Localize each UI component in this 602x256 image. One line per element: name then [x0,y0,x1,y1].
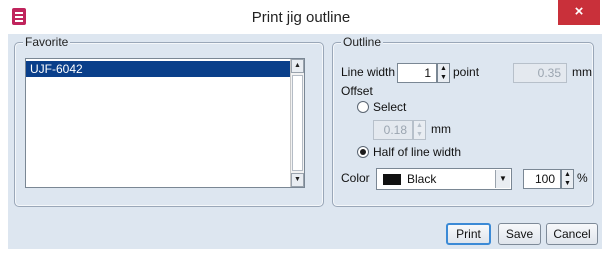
line-width-label: Line width [341,65,396,79]
color-swatch [383,174,401,185]
window-title: Print jig outline [251,9,351,26]
offset-select-radio[interactable] [357,101,369,113]
color-percent-input[interactable]: 100 [523,169,561,189]
offset-select-input: 0.18 [373,120,413,140]
spin-down-icon[interactable]: ▼ [438,73,449,82]
scroll-down-arrow-icon[interactable]: ▼ [291,173,304,187]
window-bottom-edge [8,249,602,256]
line-width-unit: point [453,65,480,79]
chevron-down-icon[interactable]: ▼ [495,170,510,188]
offset-select-label[interactable]: Select [373,100,406,114]
offset-half-label[interactable]: Half of line width [373,145,461,159]
cancel-button[interactable]: Cancel [546,223,598,245]
offset-half-radio[interactable] [357,146,369,158]
line-width-mm-field: 0.35 [513,63,567,83]
outline-group-title: Outline [341,35,384,49]
offset-select-unit: mm [431,122,451,136]
color-label: Color [341,171,370,185]
line-width-mm-unit: mm [572,65,592,79]
offset-select-stepper: ▲ ▼ [413,120,426,140]
dialog-body: Favorite UJF-6042 ▲ ▼ Outline Line width… [8,34,602,249]
spin-up-icon[interactable]: ▲ [438,64,449,73]
favorite-list[interactable]: UJF-6042 ▲ ▼ [25,58,305,188]
spin-down-icon[interactable]: ▼ [562,179,573,188]
line-width-stepper[interactable]: ▲ ▼ [437,63,450,83]
color-percent-stepper[interactable]: ▲ ▼ [561,169,574,189]
favorite-group: Favorite UJF-6042 ▲ ▼ [14,35,324,207]
color-select[interactable]: Black ▼ [376,168,512,190]
spin-down-icon: ▼ [416,131,423,138]
color-select-value: Black [407,172,437,186]
spin-up-icon[interactable]: ▲ [562,170,573,179]
favorite-list-scrollbar[interactable]: ▲ ▼ [290,59,304,187]
line-width-input[interactable]: 1 [397,63,437,83]
color-percent-unit: % [577,171,588,185]
offset-label: Offset [341,84,373,98]
save-button[interactable]: Save [498,223,541,245]
print-button[interactable]: Print [446,223,491,245]
title-bar[interactable]: Print jig outline × [0,0,602,34]
list-item[interactable]: UJF-6042 [26,61,292,77]
favorite-group-title: Favorite [23,35,71,49]
scrollbar-thumb[interactable] [292,75,303,171]
outline-group: Outline Line width 1 ▲ ▼ point 0.35 mm O… [332,35,594,207]
close-button[interactable]: × [558,0,600,25]
spin-up-icon: ▲ [416,122,423,129]
print-jig-outline-dialog: Print jig outline × Favorite UJF-6042 ▲ … [0,0,602,256]
scroll-up-arrow-icon[interactable]: ▲ [291,59,304,73]
